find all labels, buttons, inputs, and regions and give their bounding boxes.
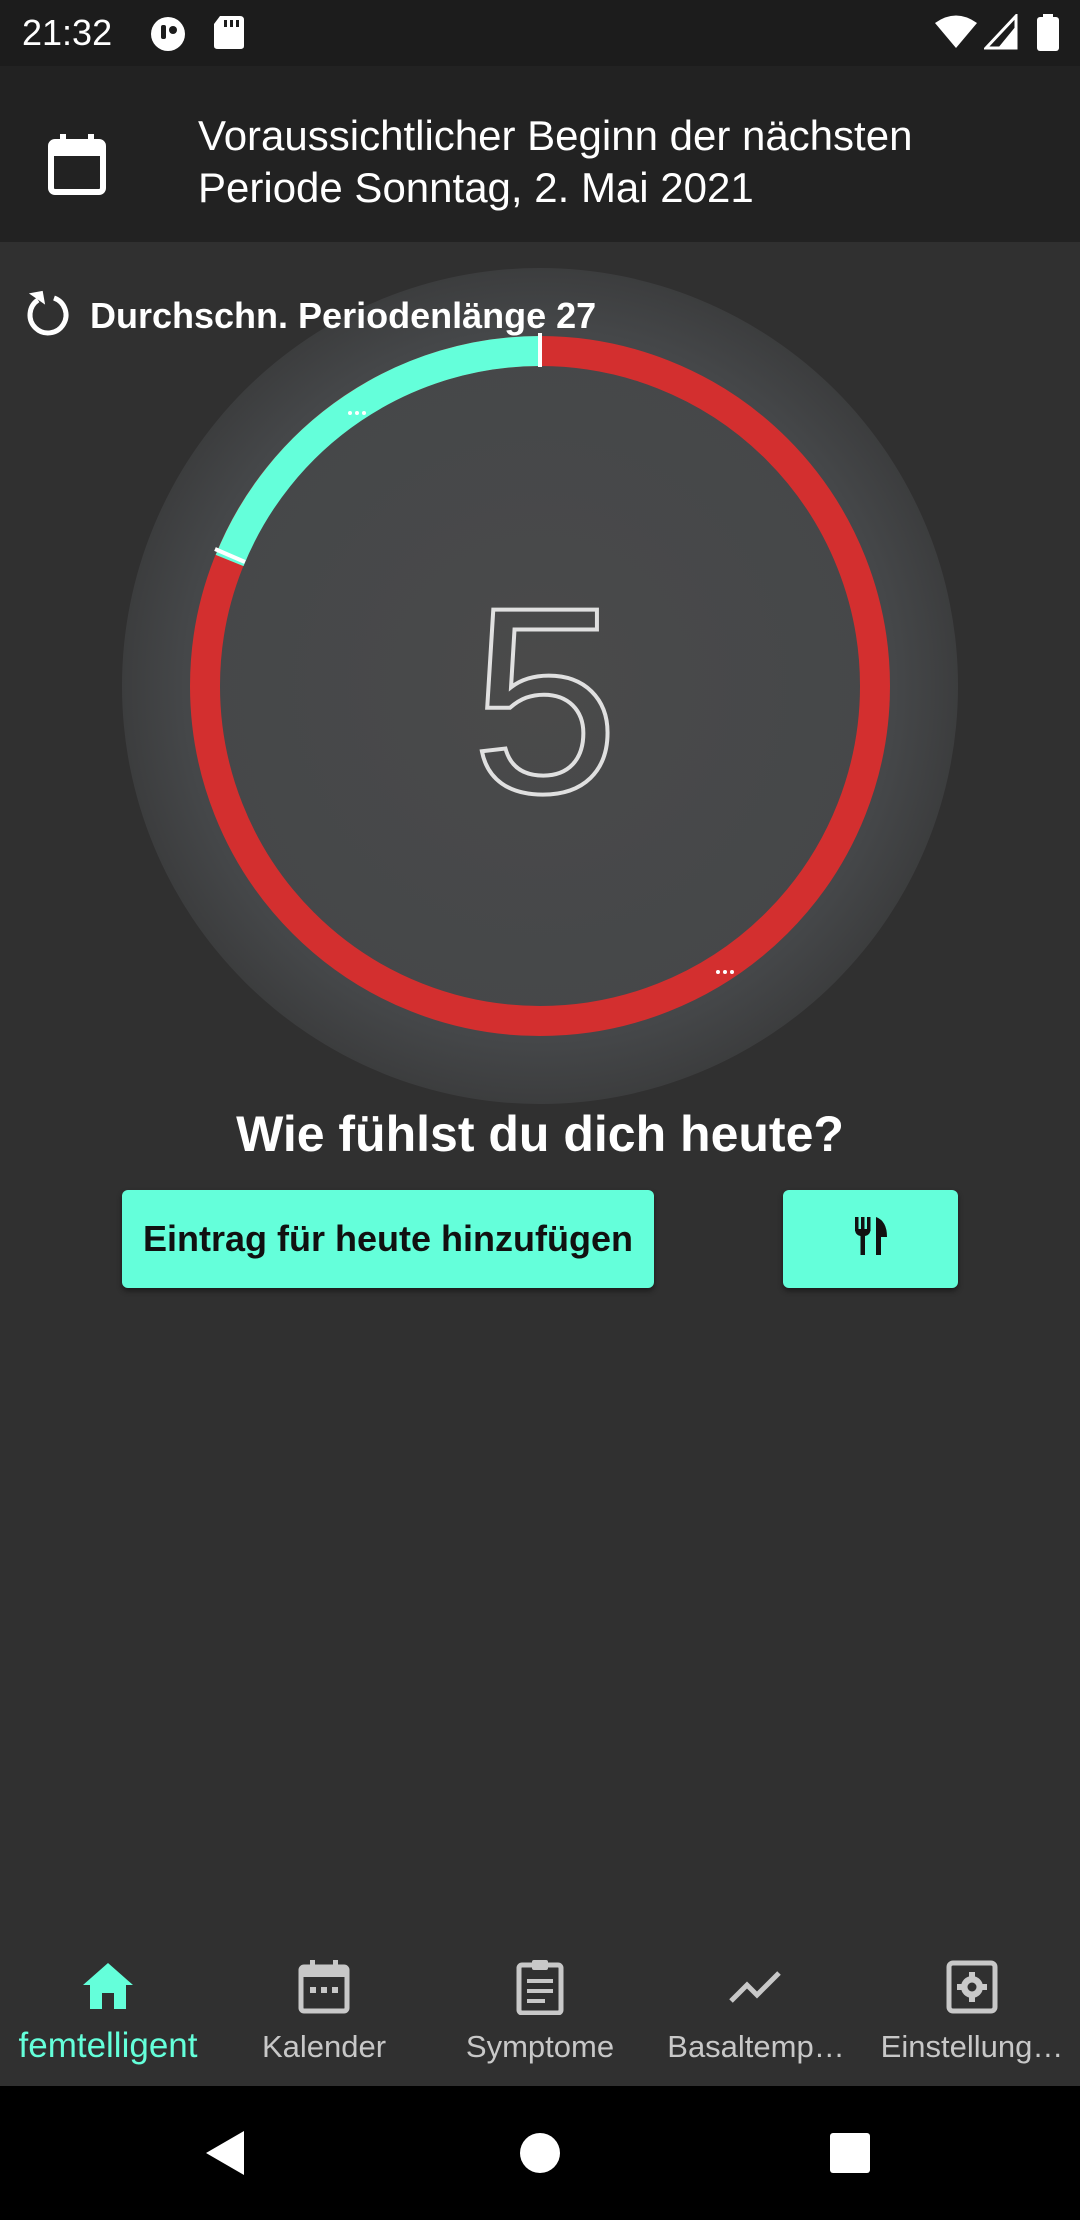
nav-label-settings: Einstellung… [880,2029,1064,2064]
back-icon[interactable] [204,2129,248,2182]
cycle-day-number: 5 [471,553,618,849]
average-period-length: Durchschn. Periodenlänge 27 [24,286,596,346]
dots-indicator-top [348,411,366,415]
nav-label-home: femtelligent [18,2026,198,2065]
home-icon [81,1959,135,2018]
refresh-icon[interactable] [24,286,76,347]
nav-item-home[interactable]: femtelligent [0,1936,216,2086]
trend-line-icon [729,1959,783,2020]
settings-icon [945,1959,999,2020]
nav-item-calendar[interactable]: Kalender [216,1936,432,2086]
nav-item-settings[interactable]: Einstellung… [864,1936,1080,2086]
calendar-icon [297,1959,351,2020]
home-circle-icon[interactable] [518,2129,562,2182]
average-period-label: Durchschn. Periodenlänge 27 [90,295,597,336]
nav-item-basal-temperature[interactable]: Basaltemp… [648,1936,864,2086]
bottom-navigation: femtelligent Kalender Symptome Basaltemp… [0,1936,1080,2086]
nav-label-calendar: Kalender [261,2029,387,2064]
system-navigation-bar [0,2086,1080,2220]
nav-label-symptoms: Symptome [465,2029,615,2064]
food-button[interactable] [783,1190,958,1288]
mood-question: Wie fühlst du dich heute? [236,1106,844,1162]
cycle-ring: 5 [0,0,1080,1130]
nav-label-basal-temperature: Basaltemp… [667,2029,845,2064]
add-entry-button[interactable]: Eintrag für heute hinzufügen [122,1190,654,1288]
fork-knife-icon [853,1216,889,1262]
clipboard-icon [513,1959,567,2020]
dots-indicator-bottom [716,970,734,974]
recents-icon[interactable] [828,2129,872,2182]
nav-item-symptoms[interactable]: Symptome [432,1936,648,2086]
